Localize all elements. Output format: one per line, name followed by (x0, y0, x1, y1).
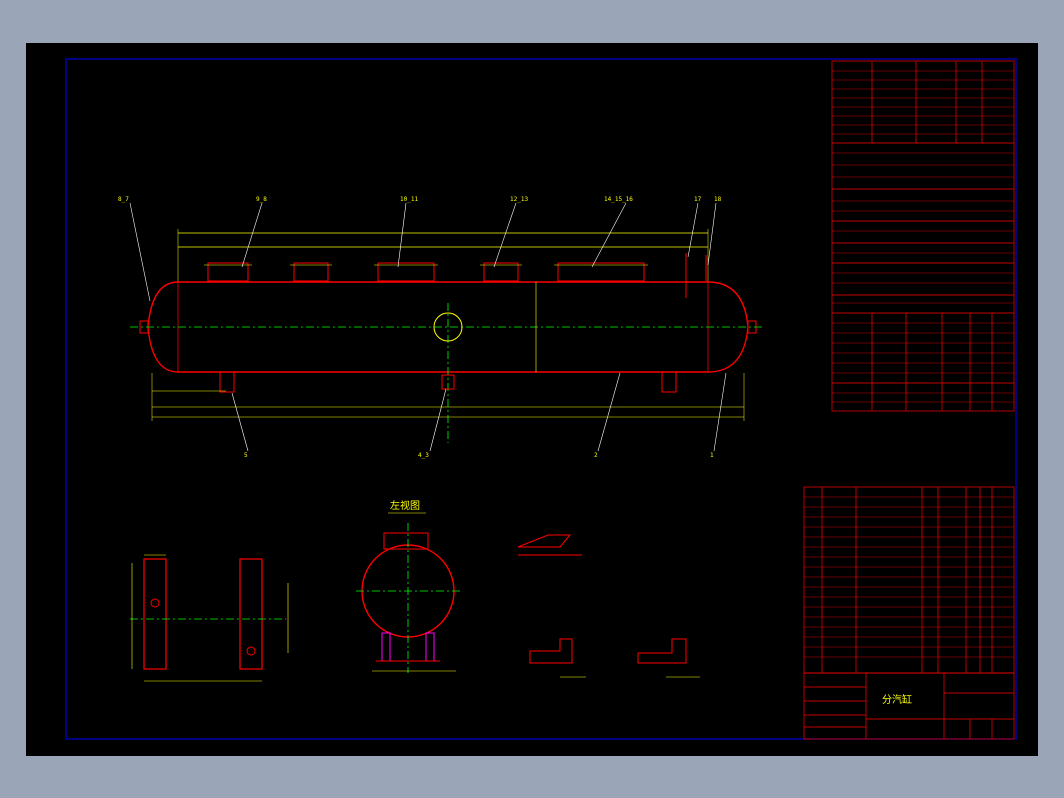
left-side-view: 左视图 (356, 499, 460, 673)
cad-drawing-canvas[interactable]: 8_7 9_8 10_11 12_13 14_15_16 17 18 5 4_3… (26, 43, 1038, 756)
svg-text:5: 5 (244, 452, 248, 459)
parts-list-table (803, 486, 1015, 674)
svg-text:18: 18 (714, 196, 722, 203)
technical-spec-table (831, 60, 1015, 412)
svg-text:4_3: 4_3 (418, 452, 429, 459)
svg-text:9_8: 9_8 (256, 196, 267, 203)
weld-detail-views (517, 534, 700, 678)
svg-text:8_7: 8_7 (118, 196, 129, 203)
cad-drawing: 8_7 9_8 10_11 12_13 14_15_16 17 18 5 4_3… (65, 58, 1017, 740)
svg-text:12_13: 12_13 (510, 196, 528, 203)
spec-table-rows (832, 70, 1014, 403)
title-block (803, 672, 1015, 740)
drawing-title: 分汽缸 (882, 693, 912, 706)
svg-text:1: 1 (710, 452, 714, 459)
svg-text:17: 17 (694, 196, 702, 203)
svg-text:14_15_16: 14_15_16 (604, 196, 633, 203)
left-view-title: 左视图 (390, 499, 420, 512)
parts-list-rows (804, 496, 1014, 658)
support-detail-view (130, 554, 289, 682)
svg-text:10_11: 10_11 (400, 196, 418, 203)
svg-text:2: 2 (594, 452, 598, 459)
vessel-front-view: 8_7 9_8 10_11 12_13 14_15_16 17 18 5 4_3… (118, 196, 762, 459)
